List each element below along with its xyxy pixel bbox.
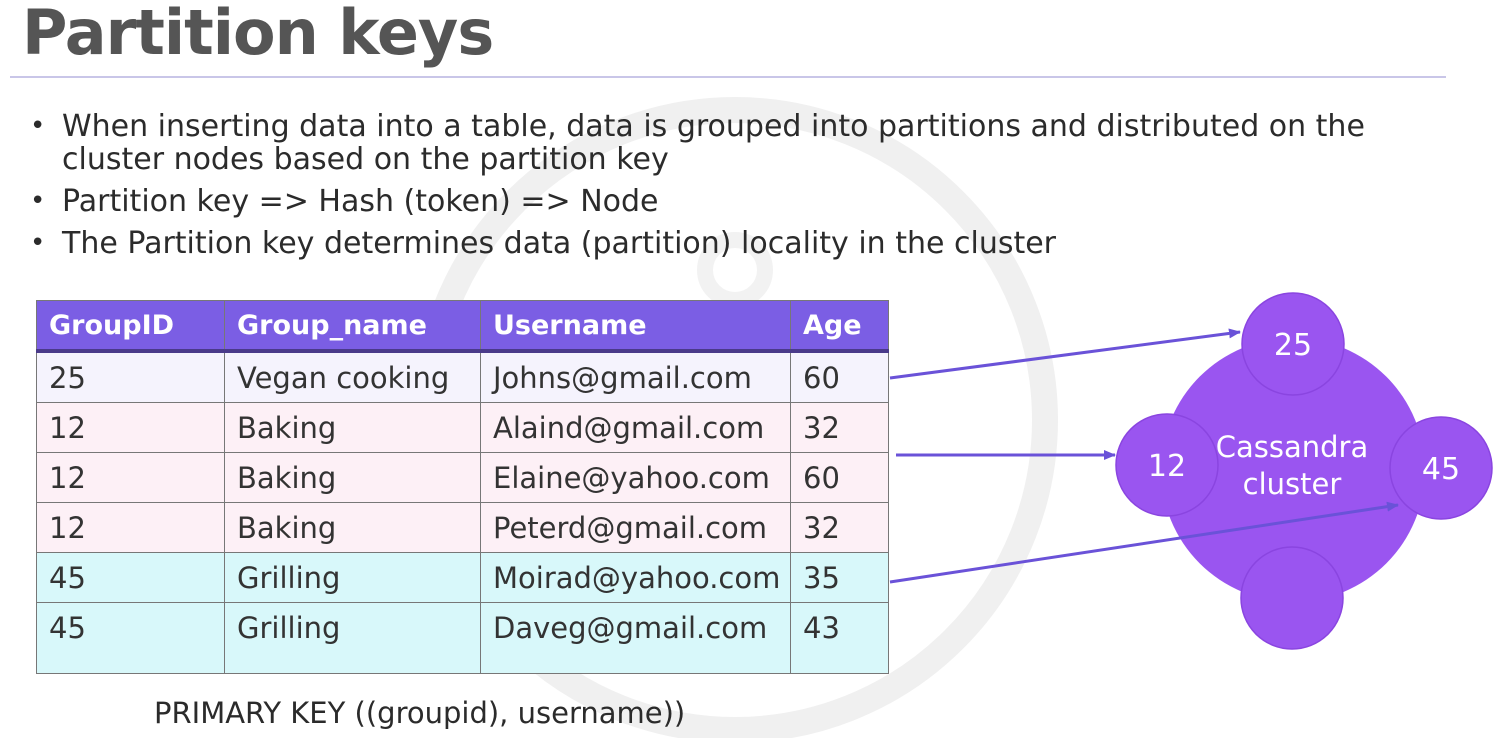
node-label-12: 12: [1148, 449, 1186, 484]
cluster-diagram: 25 12 45 Cassandra cluster: [889, 292, 1493, 650]
node-label-45: 45: [1422, 452, 1460, 487]
arrow-to-node-25: [889, 328, 1241, 380]
cluster-node-empty: [1240, 546, 1344, 650]
cluster-label-line2: cluster: [1243, 467, 1342, 501]
node-label-25: 25: [1274, 328, 1312, 363]
cluster-label-line1: Cassandra: [1216, 430, 1369, 464]
